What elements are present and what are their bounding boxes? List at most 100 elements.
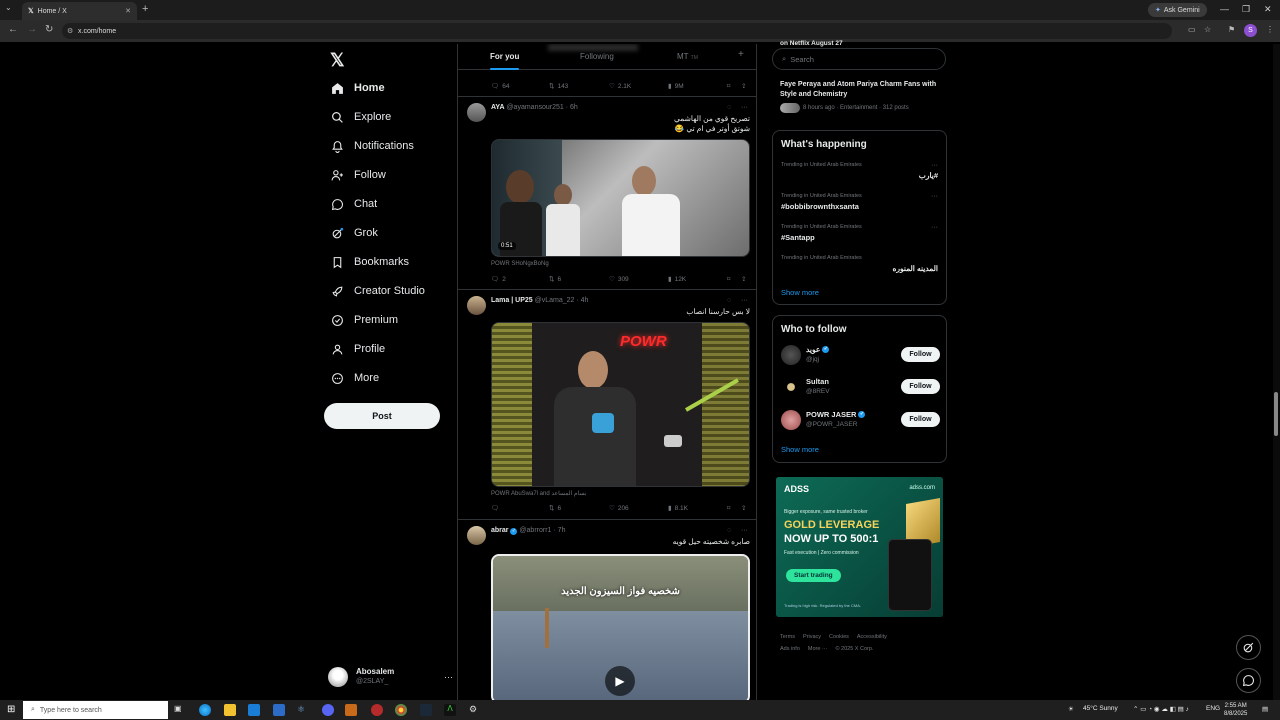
task-view-icon[interactable]: ▣: [174, 704, 186, 716]
more-dots-icon[interactable]: ···: [444, 672, 453, 682]
app-icon[interactable]: ⚛: [297, 704, 309, 716]
bookmark-star-icon[interactable]: ☆: [1204, 25, 1211, 34]
discord-icon[interactable]: [322, 704, 334, 716]
sidebar-item-profile[interactable]: Profile: [330, 338, 385, 360]
minimize-icon[interactable]: —: [1220, 4, 1229, 14]
extensions-icon[interactable]: ⚑: [1228, 25, 1235, 34]
file-explorer-icon[interactable]: [224, 704, 236, 716]
follow-button[interactable]: Follow: [901, 412, 940, 427]
sidebar-item-home[interactable]: Home: [330, 77, 385, 99]
avatar[interactable]: [467, 526, 486, 545]
ad-cta-button[interactable]: Start trading: [786, 569, 841, 582]
trend-item[interactable]: #bobbibrownthxsanta: [781, 202, 859, 211]
page-scrollbar[interactable]: [1273, 44, 1280, 700]
add-tab-icon[interactable]: +: [738, 49, 744, 60]
close-window-icon[interactable]: ✕: [1264, 4, 1272, 15]
sidebar-item-bookmarks[interactable]: Bookmarks: [330, 251, 409, 273]
weather-text[interactable]: 45°C Sunny: [1083, 705, 1118, 712]
follow-button[interactable]: Follow: [901, 347, 940, 362]
share-button[interactable]: ⇪: [741, 504, 746, 512]
url-field[interactable]: ⚙ x.com/home: [62, 23, 1172, 39]
app-icon-3[interactable]: [371, 704, 383, 716]
repost-button[interactable]: ⇅ 143: [549, 82, 568, 91]
sidebar-item-creator-studio[interactable]: Creator Studio: [330, 280, 425, 302]
trend-more-icon[interactable]: ···: [931, 162, 938, 169]
post-time[interactable]: 7h: [558, 527, 566, 534]
follow-suggestion[interactable]: Sultan @8REV Follow: [781, 375, 941, 399]
like-button[interactable]: ♡ 2.1K: [609, 82, 631, 91]
install-app-icon[interactable]: ▭: [1188, 25, 1196, 34]
post-author-handle[interactable]: @ayamansour251: [506, 104, 563, 111]
post-more-icon[interactable]: ···: [741, 527, 748, 534]
account-switcher[interactable]: Abosalem @2SLAY_ ···: [328, 664, 453, 690]
bookmark-button[interactable]: ⌑: [727, 275, 730, 283]
notification-center-icon[interactable]: ▤: [1262, 705, 1268, 713]
weather-icon[interactable]: ☀: [1068, 705, 1074, 713]
like-button[interactable]: ♡ 206: [609, 504, 629, 513]
ad-banner[interactable]: ADSS adss.com Bigger exposure, same trus…: [776, 477, 943, 617]
post-button[interactable]: Post: [324, 403, 440, 429]
taskbar-search-input[interactable]: ⌕ Type here to search: [23, 701, 168, 719]
trend-item[interactable]: #Santapp: [781, 233, 815, 242]
new-tab-button[interactable]: +: [142, 3, 148, 15]
grok-analyze-icon[interactable]: ◌: [727, 104, 731, 111]
sidebar-item-premium[interactable]: Premium: [330, 309, 398, 331]
x-logo-icon[interactable]: 𝕏: [330, 50, 345, 71]
store-icon[interactable]: [273, 704, 285, 716]
restore-icon[interactable]: ❐: [1242, 4, 1250, 15]
scrollbar-thumb[interactable]: [1274, 392, 1278, 436]
post-lama[interactable]: Lama | UP25 @vLama_22 · 4h ◌ ··· لا بس ح…: [458, 290, 756, 520]
share-button[interactable]: ⇪: [741, 275, 746, 283]
post-author-name[interactable]: abrar: [491, 527, 509, 534]
sidebar-item-follow[interactable]: Follow: [330, 164, 386, 186]
post-video[interactable]: POWR: [491, 322, 750, 487]
browser-profile-avatar[interactable]: S: [1244, 24, 1257, 37]
sidebar-item-grok[interactable]: Grok: [330, 222, 378, 244]
views-button[interactable]: ▮ 9M: [668, 82, 684, 91]
back-icon[interactable]: ←: [8, 24, 18, 35]
close-tab-icon[interactable]: ✕: [125, 7, 131, 15]
reply-button[interactable]: 🗨 2: [491, 275, 506, 284]
search-input[interactable]: ⌕ Search: [772, 48, 946, 70]
post-time[interactable]: 4h: [581, 297, 589, 304]
grok-analyze-icon[interactable]: ◌: [727, 527, 731, 534]
views-button[interactable]: ▮ 8.1K: [668, 504, 688, 513]
trend-more-icon[interactable]: ···: [931, 224, 938, 231]
browser-menu-icon[interactable]: ⋮: [1266, 25, 1274, 34]
footer-link-cookies[interactable]: Cookies: [829, 634, 849, 640]
follow-button[interactable]: Follow: [901, 379, 940, 394]
tab-search-icon[interactable]: ⌄: [5, 3, 12, 12]
post-time[interactable]: 6h: [570, 104, 578, 111]
views-button[interactable]: ▮ 12K: [668, 275, 686, 284]
edge-icon[interactable]: [199, 704, 211, 716]
post-author-handle[interactable]: @abrrorr1: [519, 527, 551, 534]
reply-button[interactable]: 🗨: [491, 504, 502, 512]
show-more-link[interactable]: Show more: [781, 445, 819, 454]
post-abrar[interactable]: abrar ✓ @abrrorr1 · 7h ◌ ··· صابره شخصيت…: [458, 520, 756, 700]
messages-fab[interactable]: [1236, 668, 1261, 693]
post-author-name[interactable]: Lama | UP25: [491, 297, 533, 304]
steam-icon[interactable]: [420, 704, 432, 716]
sidebar-item-chat[interactable]: Chat: [330, 193, 377, 215]
chrome-icon[interactable]: [395, 704, 407, 716]
trend-title-cut[interactable]: on Netflix August 27: [780, 40, 843, 47]
windows-start-icon[interactable]: ⊞: [7, 704, 15, 715]
bookmark-button[interactable]: ⌑: [727, 82, 730, 90]
post-aya[interactable]: AYA @ayamansour251 · 6h ◌ ··· تصريح قوي …: [458, 97, 756, 290]
tray-icons[interactable]: ⌃ ▭ ◔ ◉ ☁ ◧ ▤ ♪: [1133, 705, 1189, 713]
avatar[interactable]: [781, 377, 801, 397]
post-author-handle[interactable]: @vLama_22: [535, 297, 575, 304]
reply-button[interactable]: 🗨 64: [491, 82, 510, 91]
post-video[interactable]: شخصيه فواز السيزون الجديد ▶: [491, 554, 750, 700]
grok-analyze-icon[interactable]: ◌: [727, 297, 731, 304]
post-more-icon[interactable]: ···: [741, 297, 748, 304]
grok-fab[interactable]: [1236, 635, 1261, 660]
mail-icon[interactable]: [248, 704, 260, 716]
forward-icon[interactable]: →: [27, 24, 37, 35]
repost-button[interactable]: ⇅ 6: [549, 275, 561, 284]
top-story-title[interactable]: Faye Peraya and Atom Pariya Charm Fans w…: [780, 80, 940, 99]
footer-link-accessibility[interactable]: Accessibility: [857, 634, 887, 640]
media-tags[interactable]: POWR AbuSwa7l and بسام المساعد: [491, 490, 586, 497]
share-button[interactable]: ⇪: [741, 82, 746, 90]
settings-icon[interactable]: ⚙: [469, 704, 481, 716]
